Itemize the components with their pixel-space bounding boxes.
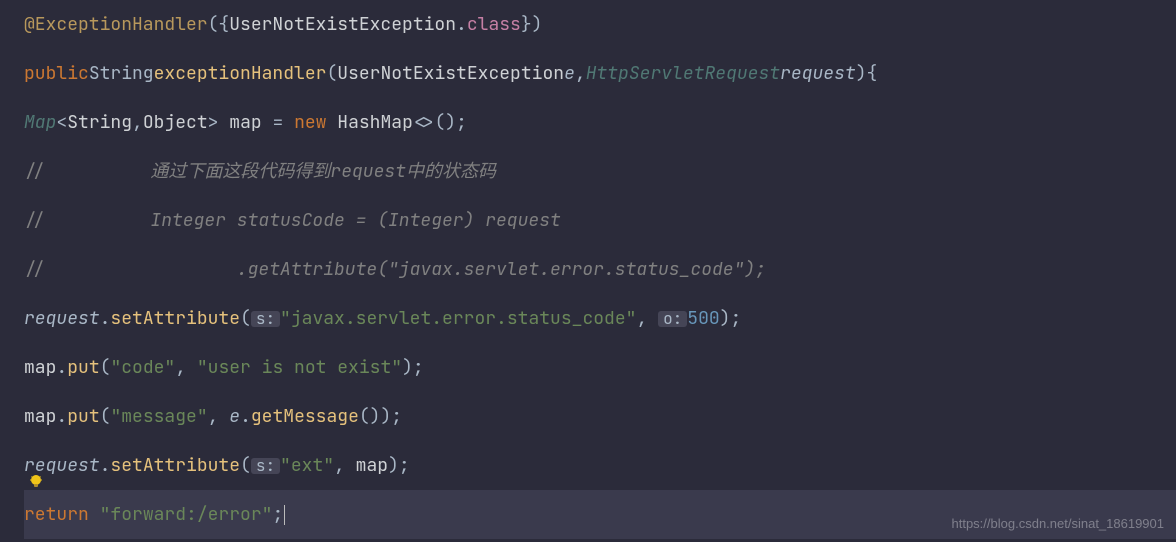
code-line[interactable]: request.setAttribute( s: "ext", map); — [24, 441, 1176, 490]
number-literal: 500 — [687, 310, 719, 328]
comma: , — [334, 457, 356, 475]
param-type: UserNotExistException — [337, 65, 564, 83]
comment-slashes: // — [24, 163, 46, 181]
paren: ( — [326, 65, 337, 83]
method-call: setAttribute — [110, 457, 240, 475]
paren: ( — [100, 408, 111, 426]
string-literal: "javax.servlet.error.status_code" — [280, 310, 636, 328]
code-line[interactable]: // 通过下面这段代码得到request中的状态码 — [24, 147, 1176, 196]
paren: () — [359, 408, 381, 426]
code-editor[interactable]: @ExceptionHandler({UserNotExistException… — [0, 0, 1176, 542]
var-ref: e — [229, 408, 240, 426]
comma: , — [636, 310, 658, 328]
param-name: e — [564, 65, 575, 83]
generic-arg: String — [67, 114, 132, 132]
dot: . — [56, 359, 67, 377]
keyword-new: new — [283, 114, 337, 132]
type-map: Map — [24, 114, 56, 132]
var-ref: request — [24, 457, 100, 475]
var: map — [218, 114, 272, 132]
paren: ( — [100, 359, 111, 377]
param-hint: s: — [251, 311, 280, 327]
param-hint: o: — [658, 311, 687, 327]
comment-text: Integer statusCode = (Integer) request — [24, 212, 561, 230]
dot: . — [100, 457, 111, 475]
keyword-return: return — [24, 506, 89, 524]
comment-text: .getAttribute("javax.servlet.error.statu… — [24, 261, 766, 279]
type: String — [89, 65, 154, 83]
code-line[interactable]: public String exceptionHandler(UserNotEx… — [24, 49, 1176, 98]
generic-arg: Object — [143, 114, 208, 132]
string-literal: "ext" — [280, 457, 334, 475]
paren: ); — [720, 310, 742, 328]
dot: . — [456, 16, 467, 34]
method-call: put — [67, 408, 99, 426]
var-ref: request — [24, 310, 100, 328]
watermark-text: https://blog.csdn.net/sinat_18619901 — [952, 517, 1165, 530]
code-line[interactable]: // Integer statusCode = (Integer) reques… — [24, 196, 1176, 245]
method-call: getMessage — [251, 408, 359, 426]
code-line[interactable]: Map<String,Object> map = new HashMap<>()… — [24, 98, 1176, 147]
method-call: setAttribute — [110, 310, 240, 328]
code-line[interactable]: @ExceptionHandler({UserNotExistException… — [24, 0, 1176, 49]
keyword-public: public — [24, 65, 89, 83]
code-line-active[interactable]: return "forward:/error"; — [24, 490, 1176, 539]
comment-text: 通过下面这段代码得到request中的状态码 — [24, 163, 496, 181]
paren: ( — [240, 457, 251, 475]
comma: , — [575, 65, 586, 83]
paren: ); — [388, 457, 410, 475]
ctor: HashMap — [337, 114, 413, 132]
space — [89, 506, 100, 524]
diamond: <> — [413, 114, 435, 132]
paren: ( — [240, 310, 251, 328]
punct: }) — [521, 16, 543, 34]
dot: . — [56, 408, 67, 426]
code-line[interactable]: // .getAttribute("javax.servlet.error.st… — [24, 245, 1176, 294]
string-literal: "user is not exist" — [197, 359, 402, 377]
dot: . — [100, 310, 111, 328]
method-name: exceptionHandler — [154, 65, 327, 83]
paren: ); — [402, 359, 424, 377]
paren: (); — [435, 114, 467, 132]
paren-brace: ){ — [856, 65, 878, 83]
param-type: HttpServletRequest — [586, 65, 780, 83]
var-ref: map — [24, 359, 56, 377]
param-hint: s: — [251, 458, 280, 474]
method-call: put — [67, 359, 99, 377]
text-caret — [284, 505, 285, 525]
comma: , — [132, 114, 143, 132]
string-literal: "code" — [110, 359, 175, 377]
class-keyword: class — [467, 16, 521, 34]
gt: > — [208, 114, 219, 132]
string-literal: "forward:/error" — [100, 506, 273, 524]
class-ref: UserNotExistException — [229, 16, 456, 34]
code-line[interactable]: map.put("message", e.getMessage()); — [24, 392, 1176, 441]
param-name: request — [780, 65, 856, 83]
comment-slashes: // — [24, 212, 46, 230]
code-line[interactable]: request.setAttribute( s: "javax.servlet.… — [24, 294, 1176, 343]
semicolon: ; — [272, 506, 283, 524]
punct: ({ — [208, 16, 230, 34]
string-literal: "message" — [110, 408, 207, 426]
comment-slashes: // — [24, 261, 46, 279]
annotation: @ExceptionHandler — [24, 16, 208, 34]
lt: < — [56, 114, 67, 132]
paren: ); — [380, 408, 402, 426]
code-area[interactable]: @ExceptionHandler({UserNotExistException… — [24, 0, 1176, 542]
comma: , — [208, 408, 230, 426]
comma: , — [175, 359, 197, 377]
dot: . — [240, 408, 251, 426]
code-line[interactable]: map.put("code", "user is not exist"); — [24, 343, 1176, 392]
var-ref: map — [24, 408, 56, 426]
var-ref: map — [356, 457, 388, 475]
eq: = — [272, 114, 283, 132]
